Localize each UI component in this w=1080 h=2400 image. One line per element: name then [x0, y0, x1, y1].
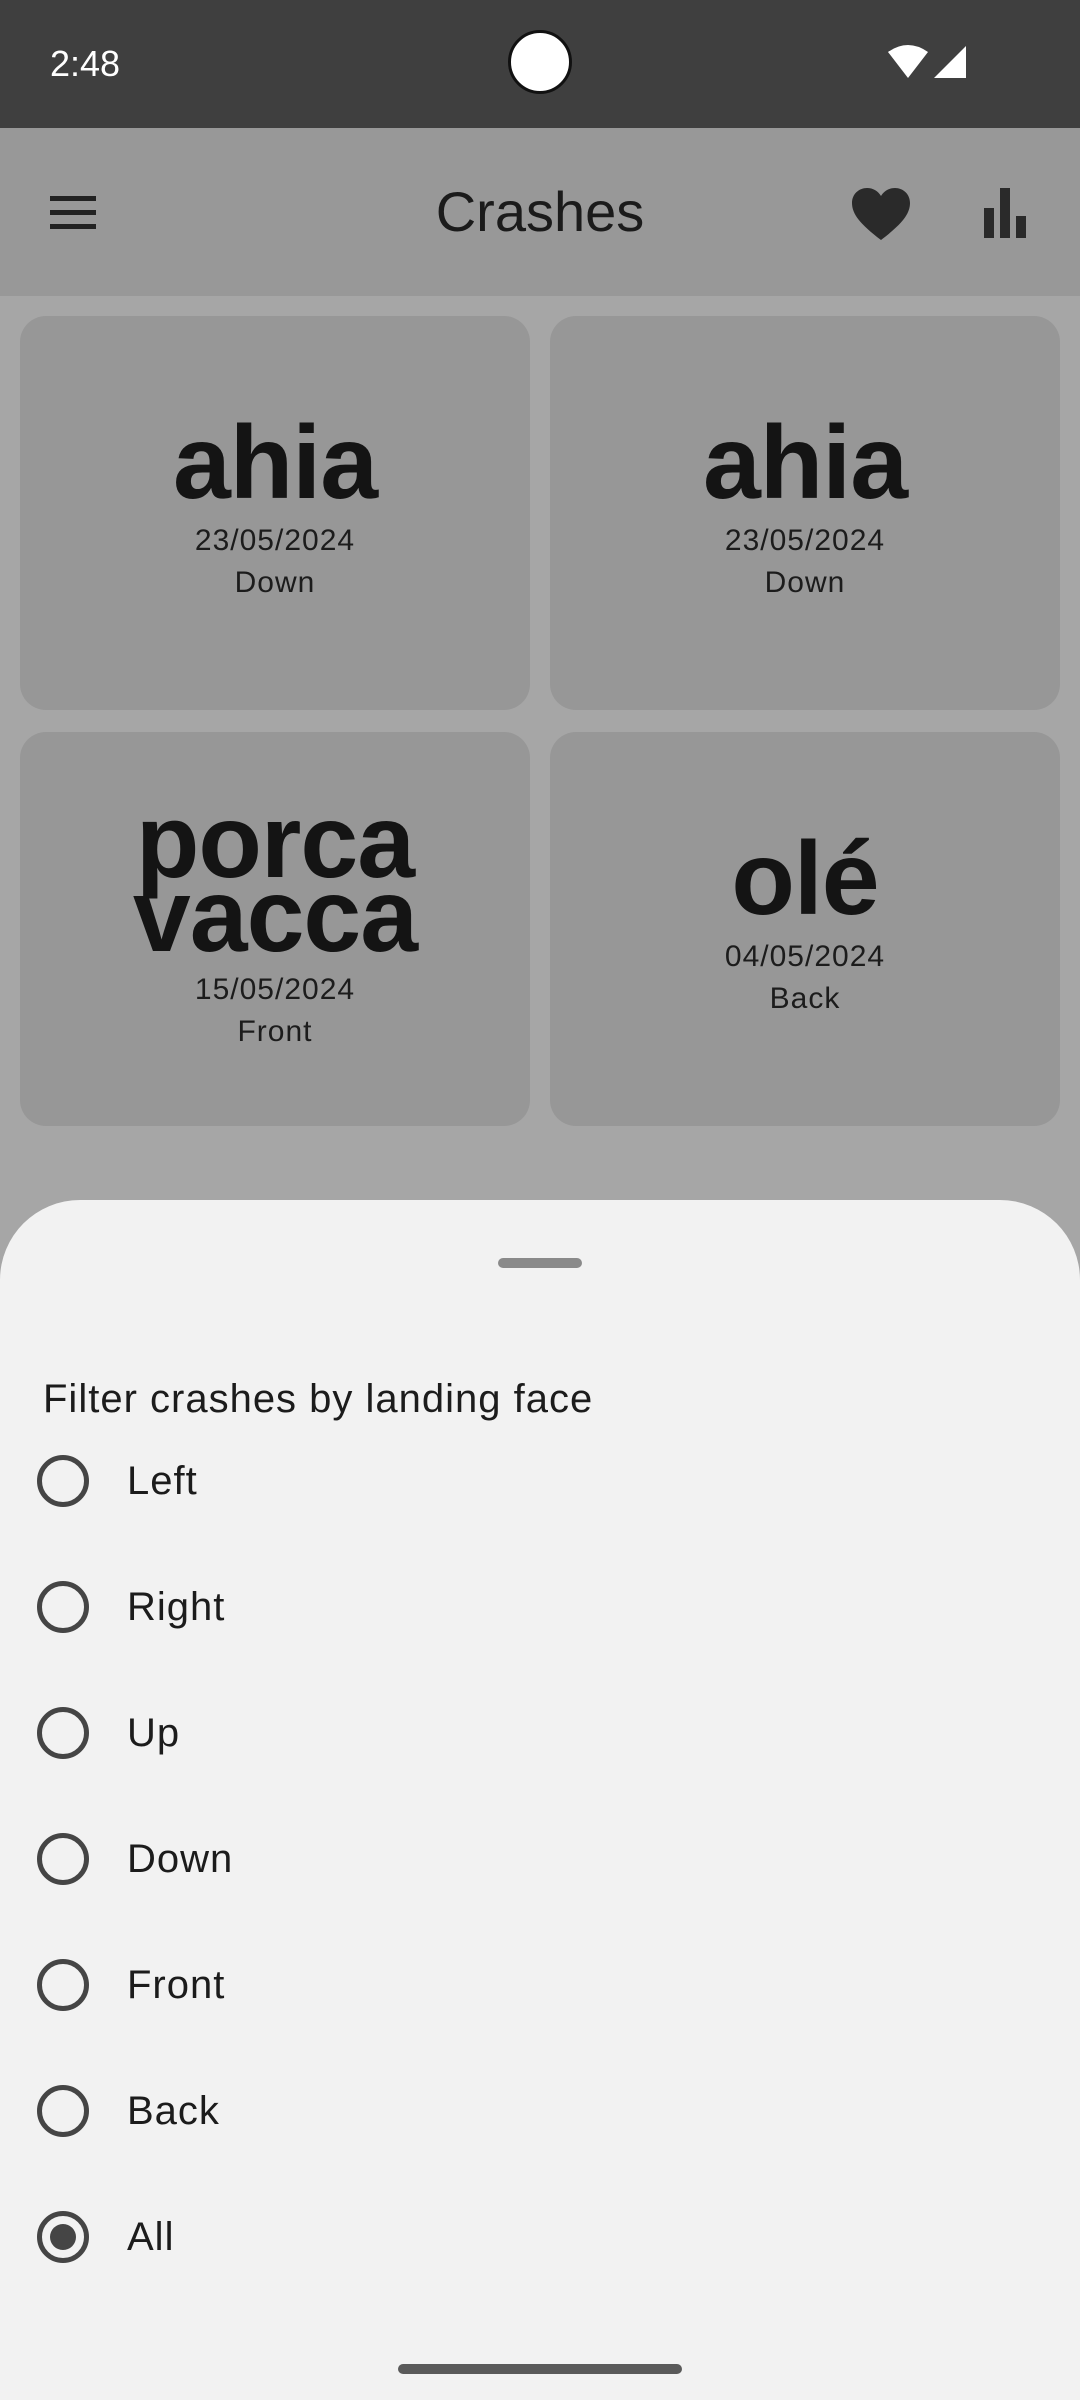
- radio-button[interactable]: [37, 1581, 89, 1633]
- radio-button[interactable]: [37, 2085, 89, 2137]
- status-bar: 2:48: [0, 0, 1080, 128]
- filter-option-down[interactable]: Down: [0, 1809, 1080, 1909]
- crash-face: Down: [234, 566, 316, 599]
- radio-button[interactable]: [37, 2211, 89, 2263]
- crash-title: ahia: [172, 405, 378, 521]
- crash-title: ahia: [702, 405, 908, 521]
- filter-option-up[interactable]: Up: [0, 1683, 1080, 1783]
- crash-title: olé: [731, 821, 879, 937]
- crash-card[interactable]: ahia 23/05/2024 Down: [550, 316, 1060, 710]
- filter-option-front[interactable]: Front: [0, 1935, 1080, 2035]
- filter-option-right[interactable]: Right: [0, 1557, 1080, 1657]
- crash-card[interactable]: olé 04/05/2024 Back: [550, 732, 1060, 1126]
- option-label: Right: [127, 1585, 226, 1629]
- option-label: Front: [127, 1963, 226, 2007]
- radio-button[interactable]: [37, 1455, 89, 1507]
- home-indicator: [398, 2364, 682, 2374]
- crash-face: Front: [237, 1015, 313, 1048]
- radio-button[interactable]: [37, 1833, 89, 1885]
- cell-signal-icon: [934, 46, 966, 78]
- option-label: All: [127, 2215, 175, 2259]
- crash-face: Back: [769, 982, 841, 1015]
- option-label: Left: [127, 1459, 198, 1503]
- app-bar: Crashes: [0, 128, 1080, 296]
- filter-bottom-sheet: Filter crashes by landing face Left Right…: [0, 1200, 1080, 2400]
- status-time: 2:48: [50, 43, 121, 84]
- wifi-icon: [888, 45, 928, 78]
- option-label: Up: [127, 1711, 181, 1755]
- sheet-title: Filter crashes by landing face: [43, 1377, 594, 1421]
- camera-cutout: [508, 30, 572, 94]
- crash-date: 23/05/2024: [194, 524, 356, 557]
- drag-handle[interactable]: [498, 1258, 582, 1268]
- crash-card[interactable]: porca vacca 15/05/2024 Front: [20, 732, 530, 1126]
- heart-icon[interactable]: [850, 186, 912, 242]
- option-label: Back: [127, 2089, 220, 2133]
- crash-date: 04/05/2024: [724, 940, 886, 973]
- crash-title: porca vacca: [132, 790, 418, 974]
- crash-date: 23/05/2024: [724, 524, 886, 557]
- filter-option-all[interactable]: All: [0, 2187, 1080, 2287]
- crash-date: 15/05/2024: [194, 973, 356, 1006]
- crash-face: Down: [764, 566, 846, 599]
- option-label: Down: [127, 1837, 234, 1881]
- filter-option-left[interactable]: Left: [0, 1431, 1080, 1531]
- filter-option-back[interactable]: Back: [0, 2061, 1080, 2161]
- page-title: Crashes: [435, 180, 645, 243]
- radio-button[interactable]: [37, 1707, 89, 1759]
- stats-icon[interactable]: [982, 186, 1030, 238]
- status-icons: [888, 44, 968, 80]
- radio-button[interactable]: [37, 1959, 89, 2011]
- screen: 2:48 Crashes ahia 23/05/2024 Down ahia 2…: [0, 0, 1080, 2400]
- crash-card[interactable]: ahia 23/05/2024 Down: [20, 316, 530, 710]
- crash-title-line: vacca: [132, 858, 418, 974]
